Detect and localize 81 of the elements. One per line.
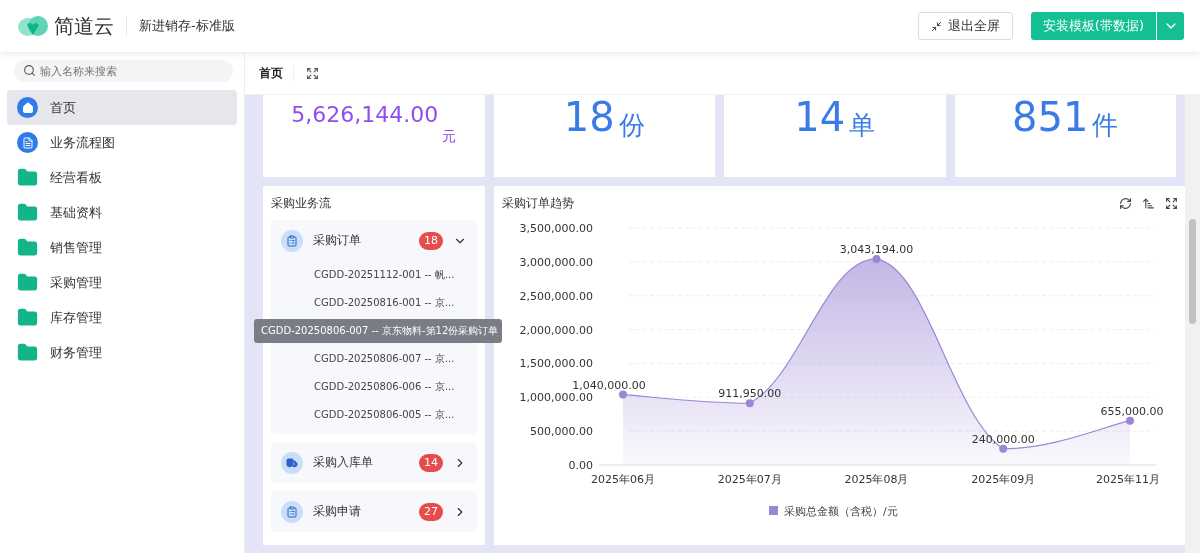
group-label: 采购申请 bbox=[313, 503, 361, 520]
sidebar-item[interactable]: 库存管理 bbox=[7, 300, 237, 335]
stat-value: 5,626,144.00 bbox=[291, 101, 439, 129]
brand-name: 简道云 bbox=[54, 12, 114, 40]
legend-swatch bbox=[769, 506, 778, 515]
axis-label: 2025年09月 bbox=[971, 473, 1036, 486]
order-item[interactable]: CGDD-20250816-001 -- 京... bbox=[271, 289, 477, 317]
data-point bbox=[619, 390, 627, 399]
search-field[interactable]: 输入名称来搜索 bbox=[14, 60, 233, 82]
sidebar-item[interactable]: 采购管理 bbox=[7, 265, 237, 300]
sidebar-item[interactable]: 基础资料 bbox=[7, 195, 237, 230]
folder-icon bbox=[17, 202, 38, 223]
card-title: 采购业务流 bbox=[271, 195, 332, 212]
axis-label: 500,000.00 bbox=[530, 425, 593, 439]
count-badge: 27 bbox=[419, 502, 443, 521]
axis-label: 2025年11月 bbox=[1096, 473, 1160, 486]
group-label: 采购入库单 bbox=[313, 454, 373, 471]
axis-label: 3,500,000.00 bbox=[519, 222, 593, 235]
order-item[interactable]: CGDD-20250806-007 -- 京... bbox=[271, 345, 477, 373]
axis-label: 2025年06月 bbox=[591, 473, 655, 486]
clipboard-icon bbox=[281, 229, 303, 252]
axis-label: 2,500,000.00 bbox=[519, 289, 593, 303]
folder-icon bbox=[17, 307, 38, 328]
folder-icon bbox=[17, 167, 38, 188]
fullscreen-icon[interactable] bbox=[306, 66, 319, 80]
tooltip: CGDD-20250806-007 -- 京东物料-第12份采购订单 bbox=[254, 319, 502, 343]
card-title: 采购订单趋势 bbox=[502, 195, 574, 212]
order-item[interactable]: CGDD-20250806-005 -- 京... bbox=[271, 401, 477, 429]
value-label: 655,000.00 bbox=[1100, 404, 1164, 418]
stat-unit: 件 bbox=[1092, 109, 1119, 142]
data-point bbox=[872, 254, 881, 263]
logo-icon bbox=[18, 15, 48, 37]
stat-value: 851 bbox=[1012, 95, 1089, 139]
value-label: 3,043,194.00 bbox=[839, 242, 914, 256]
flow-group[interactable]: 采购申请 27 bbox=[271, 491, 477, 532]
stat-unit: 元 bbox=[442, 127, 457, 146]
search-icon bbox=[23, 64, 36, 77]
home-icon bbox=[17, 97, 38, 118]
scrollbar-thumb[interactable] bbox=[1189, 219, 1196, 324]
document-icon bbox=[17, 132, 38, 153]
sort-icon[interactable] bbox=[1142, 196, 1155, 210]
count-badge: 14 bbox=[419, 453, 443, 472]
axis-label: 0.00 bbox=[568, 459, 593, 472]
legend-label: 采购总金额（含税）/元 bbox=[784, 505, 898, 518]
sidebar-item[interactable]: 销售管理 bbox=[7, 230, 237, 265]
axis-label: 2,000,000.00 bbox=[519, 323, 593, 337]
axis-label: 2025年08月 bbox=[844, 473, 909, 486]
exit-fullscreen-button[interactable]: 退出全屏 bbox=[917, 12, 1013, 40]
axis-label: 1,500,000.00 bbox=[519, 357, 593, 371]
flow-group[interactable]: 采购入库单 14 bbox=[271, 442, 477, 483]
tab[interactable]: 首页 bbox=[259, 64, 294, 82]
clipboard-icon bbox=[281, 500, 303, 523]
folder-icon bbox=[17, 272, 38, 293]
value-label: 911,950.00 bbox=[718, 387, 782, 401]
app-title: 新进销存-标准版 bbox=[139, 17, 235, 35]
axis-label: 2025年07月 bbox=[717, 473, 782, 486]
data-point bbox=[999, 444, 1008, 453]
folder-icon bbox=[17, 342, 38, 363]
stat-value: 14 bbox=[794, 95, 846, 139]
sidebar-item[interactable]: 财务管理 bbox=[7, 335, 237, 370]
refresh-icon[interactable] bbox=[1119, 196, 1132, 210]
fullscreen-icon[interactable] bbox=[1165, 196, 1178, 210]
data-point bbox=[1126, 416, 1134, 425]
stat-value: 18 bbox=[563, 95, 615, 139]
sidebar-item[interactable]: 经营看板 bbox=[7, 160, 237, 195]
collapse-icon bbox=[930, 20, 942, 32]
sidebar-item[interactable]: 业务流程图 bbox=[7, 125, 237, 160]
group-label: 采购订单 bbox=[313, 232, 361, 249]
folder-icon bbox=[17, 237, 38, 258]
data-point bbox=[745, 399, 754, 408]
order-item[interactable]: CGDD-20250806-006 -- 京... bbox=[271, 373, 477, 401]
value-label: 1,040,000.00 bbox=[572, 378, 646, 392]
count-badge: 18 bbox=[419, 231, 443, 250]
axis-label: 1,000,000.00 bbox=[519, 391, 593, 405]
stat-unit: 份 bbox=[618, 109, 645, 142]
order-item[interactable]: CGDD-20251112-001 -- 帆... bbox=[271, 261, 477, 289]
value-label: 240,000.00 bbox=[971, 432, 1035, 446]
stat-unit: 单 bbox=[849, 109, 876, 142]
truck-icon bbox=[281, 451, 303, 474]
axis-label: 3,000,000.00 bbox=[519, 255, 593, 269]
sidebar-item[interactable]: 首页 bbox=[7, 90, 237, 125]
